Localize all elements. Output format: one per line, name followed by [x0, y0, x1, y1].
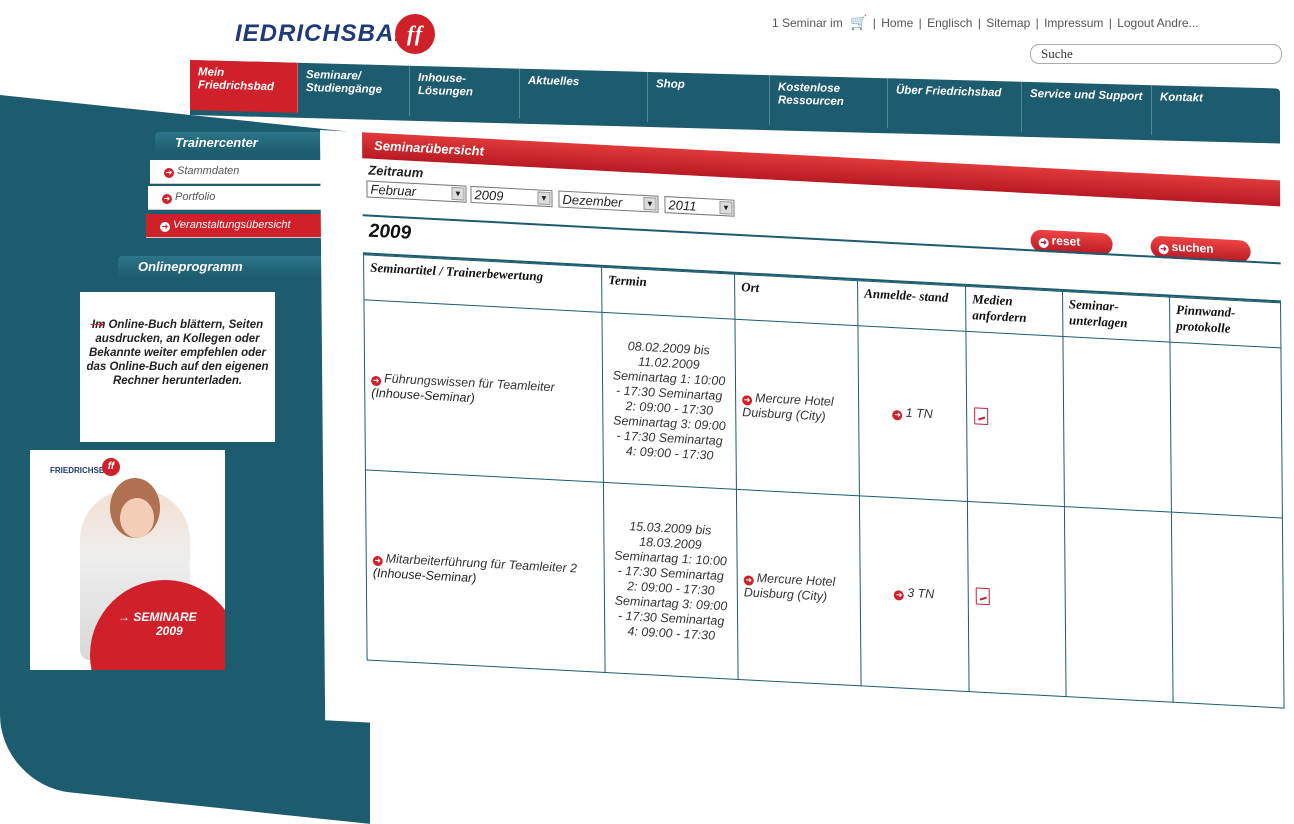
seminar-title-cell[interactable]: ➜ Führungswissen für Teamleiter (Inhouse-…	[363, 299, 604, 483]
nav-seminare[interactable]: Seminare/ Studiengänge	[298, 62, 410, 116]
unterlagen-cell	[1062, 336, 1172, 513]
col-anmeldestand: Anmelde- stand	[857, 280, 966, 332]
sidebar-item-stammdaten[interactable]: ➜ Stammdaten	[150, 160, 325, 184]
nav-aktuelles[interactable]: Aktuelles	[520, 68, 648, 122]
banner-logo-mark: ff	[102, 458, 120, 476]
nav-service[interactable]: Service und Support	[1022, 81, 1152, 136]
chevron-down-icon: ▼	[643, 196, 657, 211]
medien-cell[interactable]	[967, 501, 1066, 697]
arrow-right-icon: ➜	[1158, 243, 1169, 255]
anmeldestand-cell[interactable]: ➜ 1 TN	[857, 325, 968, 502]
pdf-icon[interactable]	[975, 587, 989, 604]
onlineprogramm-heading: Onlineprogramm	[118, 256, 323, 278]
col-termin: Termin	[601, 267, 735, 320]
page-stage: IEDRICHSBAD ff 1 Seminar im 🛒 | Home | E…	[0, 0, 1294, 824]
arrow-right-icon: →	[86, 308, 108, 333]
cart-text: 1 Seminar im	[772, 16, 843, 30]
arrow-right-icon: ➜	[742, 394, 753, 406]
online-book-promo[interactable]: → Im Online-Buch blättern, Seiten ausdru…	[80, 292, 275, 442]
sidebar-item-label: Veranstaltungsübersicht	[173, 219, 291, 231]
arrow-right-icon: ➜	[892, 410, 903, 421]
ort-cell[interactable]: ➜ Mercure Hotel Duisburg (City)	[736, 489, 862, 686]
chevron-down-icon: ▼	[451, 186, 465, 201]
arrow-right-icon: ➜	[164, 168, 174, 178]
toplink-impressum[interactable]: Impressum	[1044, 16, 1103, 30]
arrow-right-icon: ➜	[371, 375, 382, 387]
pdf-icon[interactable]	[973, 407, 987, 424]
nav-inhouse[interactable]: Inhouse- Lösungen	[410, 65, 520, 119]
search-label: suchen	[1171, 239, 1214, 256]
termin-cell: 08.02.2009 bis 11.02.2009 Seminartag 1: …	[601, 312, 737, 490]
logo-mark: ff	[395, 14, 435, 54]
arrow-right-icon: ➜	[894, 590, 905, 601]
col-unterlagen: Seminar- unterlagen	[1062, 291, 1170, 343]
reset-label: reset	[1051, 233, 1081, 249]
anmeldestand-cell[interactable]: ➜ 3 TN	[859, 495, 970, 692]
arrow-right-icon: ➜	[162, 194, 172, 204]
toplink-englisch[interactable]: Englisch	[927, 16, 972, 30]
sidebar-item-label: Portfolio	[175, 191, 216, 203]
ort-text[interactable]: Mercure Hotel Duisburg (City)	[744, 570, 835, 603]
seminare-banner-image[interactable]: FRIEDRICHSBAD ff → SEMINARE 2009	[30, 450, 225, 670]
toplink-sitemap[interactable]: Sitemap	[986, 16, 1030, 30]
person-face	[120, 498, 154, 538]
sidebar-item-portfolio[interactable]: ➜ Portfolio	[148, 186, 323, 210]
logo-text: IEDRICHSBAD	[235, 20, 413, 47]
arrow-right-icon: ➜	[1038, 237, 1049, 249]
from-year-value: 2009	[474, 187, 504, 204]
main-content: Seminarübersicht Zeitraum Februar ▼ 2009…	[320, 130, 1286, 771]
nav-mein-friedrichsbad[interactable]: Mein Friedrichsbad	[190, 60, 298, 113]
col-pinnwand: Pinnwand- protokolle	[1169, 297, 1281, 348]
anmeldestand-text[interactable]: 3 TN	[907, 586, 934, 601]
nav-kontakt[interactable]: Kontakt	[1152, 85, 1280, 138]
toplink-home[interactable]: Home	[881, 16, 913, 30]
seminar-title-cell[interactable]: ➜ Mitarbeiterführung für Teamleiter 2 (In…	[365, 469, 606, 673]
seminar-table: Seminartitel / Trainerbewertung Termin O…	[363, 254, 1285, 709]
chevron-down-icon: ▼	[537, 191, 551, 206]
nav-ueber[interactable]: Über Friedrichsbad	[888, 78, 1022, 132]
ort-text[interactable]: Mercure Hotel Duisburg (City)	[742, 390, 833, 423]
zeitraum-label: Zeitraum	[368, 162, 424, 181]
search-placeholder: Suche	[1041, 46, 1073, 61]
nav-shop[interactable]: Shop	[648, 71, 770, 126]
pinnwand-cell	[1171, 512, 1285, 709]
from-month-select[interactable]: Februar ▼	[366, 180, 467, 203]
year-heading: 2009	[368, 220, 412, 244]
logo[interactable]: IEDRICHSBAD ff	[235, 14, 435, 54]
banner-label-line2: 2009	[156, 624, 183, 638]
from-month-value: Februar	[370, 181, 417, 200]
sidebar-item-veranstaltungsuebersicht[interactable]: ➜ Veranstaltungsübersicht	[146, 214, 321, 238]
medien-cell[interactable]	[965, 331, 1065, 507]
sidebar-item-label: Stammdaten	[177, 165, 240, 177]
arrow-right-icon: ➜	[743, 574, 754, 586]
col-ort: Ort	[734, 274, 858, 326]
banner-label: → SEMINARE 2009	[118, 610, 197, 638]
to-month-value: Dezember	[562, 191, 623, 210]
search-input[interactable]: Suche	[1030, 44, 1282, 64]
from-year-select[interactable]: 2009 ▼	[470, 185, 553, 208]
arrow-right-icon: ➜	[372, 555, 383, 567]
top-links: 1 Seminar im 🛒 | Home | Englisch | Sitem…	[772, 14, 1199, 30]
to-year-select[interactable]: 2011 ▼	[664, 196, 735, 217]
to-year-value: 2011	[668, 197, 697, 214]
cart-icon[interactable]: 🛒	[850, 14, 867, 30]
divider	[362, 214, 1281, 265]
col-medien: Medien anfordern	[965, 286, 1063, 337]
promo-text: Im Online-Buch blättern, Seiten ausdruck…	[86, 319, 269, 387]
unterlagen-cell	[1064, 506, 1174, 703]
ort-cell[interactable]: ➜ Mercure Hotel Duisburg (City)	[734, 319, 860, 496]
nav-ressourcen[interactable]: Kostenlose Ressourcen	[770, 75, 888, 129]
pinnwand-cell	[1169, 342, 1283, 518]
termin-cell: 15.03.2009 bis 18.03.2009 Seminartag 1: …	[603, 482, 739, 680]
to-month-select[interactable]: Dezember ▼	[558, 190, 659, 213]
chevron-down-icon: ▼	[719, 200, 733, 215]
toplink-logout[interactable]: Logout Andre...	[1117, 16, 1198, 30]
banner-label-line1: → SEMINARE	[118, 610, 197, 624]
anmeldestand-text[interactable]: 1 TN	[906, 406, 933, 421]
arrow-right-icon: ➜	[160, 222, 170, 232]
